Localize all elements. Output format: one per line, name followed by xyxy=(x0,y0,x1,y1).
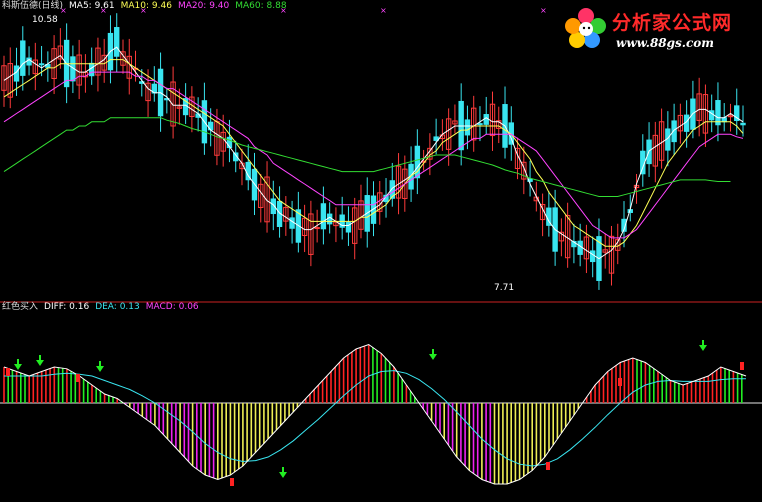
logo-url: www.88gs.com xyxy=(616,36,714,50)
logo-title: 分析家公式网 xyxy=(612,12,733,34)
legend-macd: MACD: 0.06 xyxy=(145,302,199,312)
candle-body xyxy=(114,27,120,57)
flower-logo-icon xyxy=(565,8,606,48)
legend-top: 科斯伍德(日线) MA5: 9.61 MA10: 9.46 MA20: 9.40 MA6… xyxy=(2,1,293,12)
cross-marker: × xyxy=(380,6,387,15)
candle-body xyxy=(715,100,721,126)
annotation-high: 10.58 xyxy=(32,15,58,25)
legend-indicator-name: 红色买入 xyxy=(2,302,39,312)
legend-bottom: 红色买入 DIFF: 0.16 DEA: 0.13 MACD: 0.06 xyxy=(2,302,205,313)
stock-chart: × × × × × × 10.58 7.71 xyxy=(0,6,762,486)
diff-line xyxy=(3,343,747,485)
legend-ma5: MA5: 9.61 xyxy=(69,1,115,11)
red-signal-icon xyxy=(76,374,80,382)
buy-arrow-icon xyxy=(279,467,287,478)
candle-body xyxy=(464,119,471,136)
legend-title: 科斯伍德(日线) xyxy=(2,1,64,11)
red-signal-icon xyxy=(740,362,744,370)
cross-marker: × xyxy=(540,6,547,15)
dea-line xyxy=(4,370,746,467)
buy-arrow-icon xyxy=(14,359,22,370)
red-signal-icon xyxy=(230,478,234,486)
candle-body xyxy=(721,117,727,123)
candlesticks xyxy=(1,13,746,290)
macd-lines xyxy=(3,343,747,485)
candle-body xyxy=(477,123,483,126)
signal-markers: × × × × × × xyxy=(6,6,744,486)
candle-body xyxy=(320,203,327,230)
red-signal-icon xyxy=(6,368,10,376)
legend-ma60: MA60: 8.88 xyxy=(235,1,287,11)
candle-body xyxy=(20,40,26,76)
candle-body xyxy=(589,250,596,263)
macd-bars xyxy=(3,344,743,484)
buy-arrow-icon xyxy=(96,361,104,372)
candle-body xyxy=(38,63,45,66)
buy-arrow-icon xyxy=(429,349,437,360)
red-signal-icon xyxy=(618,378,622,386)
red-signal-icon xyxy=(546,462,550,470)
candle-body xyxy=(727,115,734,118)
candle-body xyxy=(289,217,295,229)
annotation-low: 7.71 xyxy=(494,283,514,293)
candle-body xyxy=(314,227,320,230)
legend-dea: DEA: 0.13 xyxy=(95,302,140,312)
candle-body xyxy=(326,213,333,225)
candle-body xyxy=(483,114,489,125)
buy-arrow-icon xyxy=(699,340,707,351)
candle-body xyxy=(671,120,677,143)
site-logo: 分析家公式网 www.88gs.com xyxy=(562,4,752,54)
candle-body xyxy=(740,122,746,126)
legend-ma20: MA20: 9.40 xyxy=(177,1,230,11)
legend-ma10: MA10: 9.46 xyxy=(120,1,172,11)
buy-arrow-icon xyxy=(36,355,44,366)
legend-diff: DIFF: 0.16 xyxy=(44,302,90,312)
